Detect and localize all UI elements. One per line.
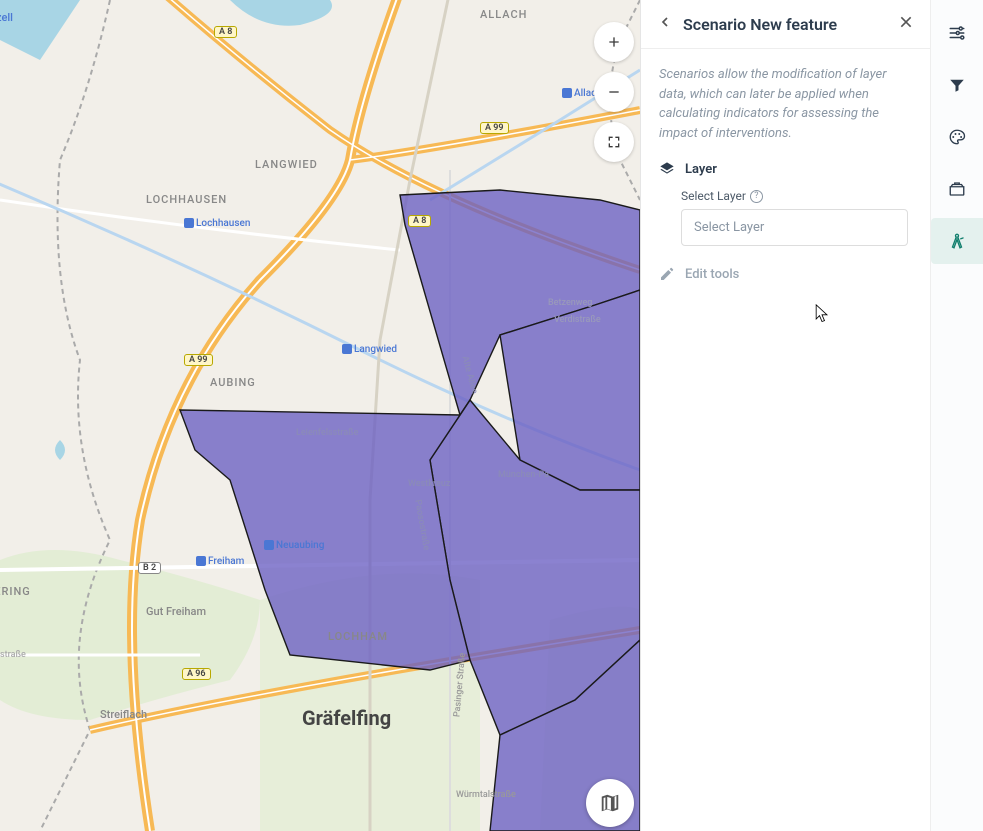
fullscreen-icon bbox=[606, 134, 622, 150]
toolbar-style[interactable] bbox=[931, 114, 983, 160]
zoom-out-button[interactable] bbox=[594, 72, 634, 112]
compass-draw-icon bbox=[948, 232, 966, 250]
layers-icon bbox=[659, 161, 675, 177]
toolbar-filter[interactable] bbox=[931, 62, 983, 108]
sliders-icon bbox=[948, 24, 966, 42]
filter-icon bbox=[948, 76, 966, 94]
back-button[interactable] bbox=[657, 14, 673, 34]
map-canvas[interactable]: ALLACH LANGWIED LOCHHAUSEN AUBING LOCHHA… bbox=[0, 0, 640, 831]
help-icon[interactable]: ? bbox=[750, 190, 763, 203]
edit-tools-section-header: Edit tools bbox=[659, 266, 912, 282]
panel-body: Scenarios allow the modification of laye… bbox=[641, 49, 930, 310]
basemap-switch-button[interactable] bbox=[586, 779, 634, 827]
right-toolbar bbox=[930, 0, 983, 831]
toolbar-scenario[interactable] bbox=[931, 218, 983, 264]
minus-icon bbox=[606, 84, 622, 100]
chevron-left-icon bbox=[657, 14, 673, 30]
map-controls bbox=[594, 22, 634, 162]
map-svg bbox=[0, 0, 640, 831]
toolbar-settings[interactable] bbox=[931, 10, 983, 56]
layer-section-header: Layer bbox=[659, 161, 912, 177]
panel-title: Scenario New feature bbox=[683, 15, 888, 34]
edit-tools-label: Edit tools bbox=[685, 267, 739, 282]
layer-section-label: Layer bbox=[685, 162, 717, 177]
select-layer-dropdown[interactable]: Select Layer bbox=[681, 209, 908, 246]
plus-icon bbox=[606, 34, 622, 50]
toolbar-toolbox[interactable] bbox=[931, 166, 983, 212]
zoom-in-button[interactable] bbox=[594, 22, 634, 62]
select-layer-label: Select Layer ? bbox=[681, 189, 912, 203]
fullscreen-button[interactable] bbox=[594, 122, 634, 162]
edit-tools-icon bbox=[659, 266, 675, 282]
map-icon bbox=[599, 792, 621, 814]
toolbox-icon bbox=[948, 180, 966, 198]
palette-icon bbox=[948, 128, 966, 146]
panel-description: Scenarios allow the modification of laye… bbox=[659, 65, 912, 143]
close-button[interactable] bbox=[898, 14, 914, 34]
close-icon bbox=[898, 14, 914, 30]
scenario-panel: Scenario New feature Scenarios allow the… bbox=[640, 0, 930, 831]
select-layer-placeholder: Select Layer bbox=[694, 220, 764, 235]
panel-header: Scenario New feature bbox=[641, 0, 930, 49]
